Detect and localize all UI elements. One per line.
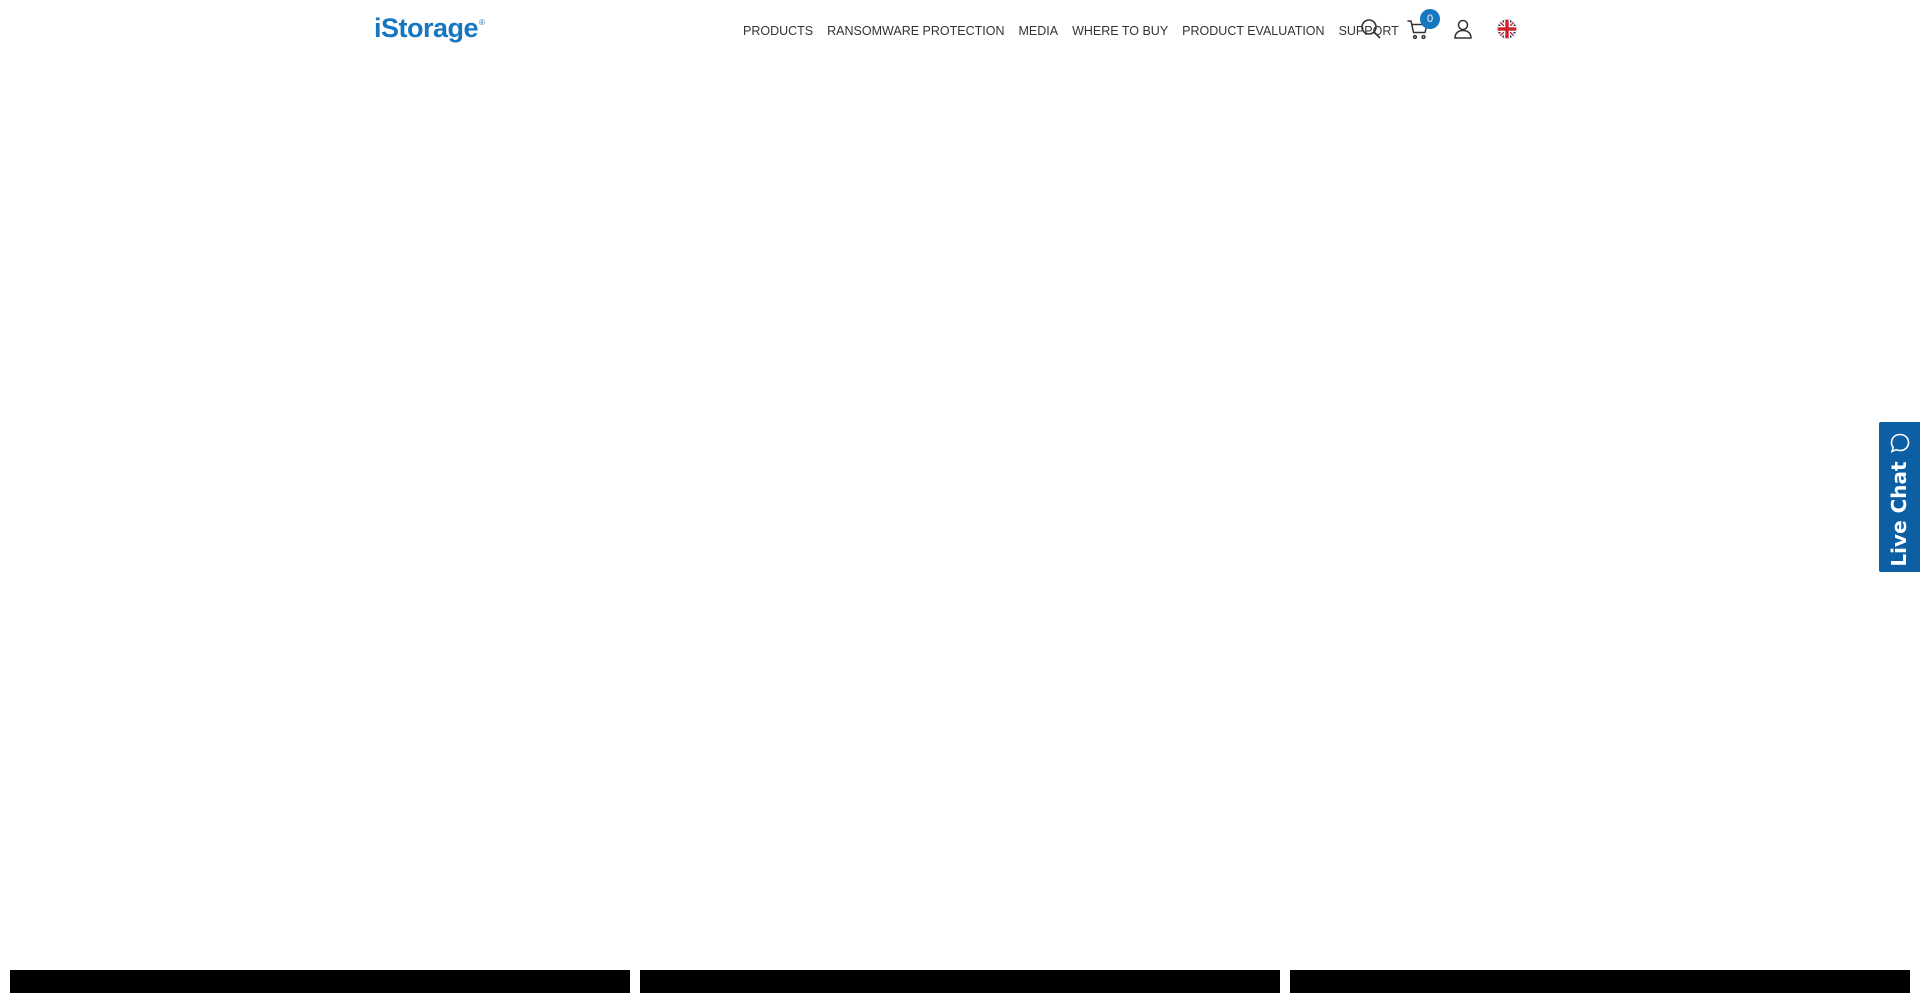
nav-item-product-evaluation[interactable]: PRODUCT EVALUATION (1182, 20, 1324, 42)
content-panel-right (1290, 970, 1910, 993)
nav-item-where-to-buy[interactable]: WHERE TO BUY (1072, 20, 1168, 42)
nav-item-ransomware-protection[interactable]: RANSOMWARE PROTECTION (827, 20, 1004, 42)
chat-bubble-icon (1889, 432, 1911, 454)
nav-item-products[interactable]: PRODUCTS (743, 20, 813, 42)
uk-flag-icon[interactable] (1497, 19, 1517, 39)
content-panel-center (640, 970, 1280, 993)
istorage-logo[interactable]: iStorage ® (374, 11, 485, 45)
cart-count-badge: 0 (1420, 9, 1440, 29)
nav-item-media[interactable]: MEDIA (1018, 20, 1058, 42)
logo-registered-mark: ® (479, 18, 485, 27)
content-panel-left (10, 970, 630, 993)
site-header: iStorage ® PRODUCTS RANSOMWARE PROTECTIO… (0, 0, 1920, 60)
logo-text: iStorage (374, 13, 479, 43)
live-chat-button[interactable]: Live Chat (1879, 422, 1920, 572)
main-nav: PRODUCTS RANSOMWARE PROTECTION MEDIA WHE… (743, 20, 1399, 42)
user-icon[interactable] (1451, 17, 1475, 41)
live-chat-label: Live Chat (1887, 461, 1911, 567)
search-icon[interactable] (1359, 17, 1383, 41)
